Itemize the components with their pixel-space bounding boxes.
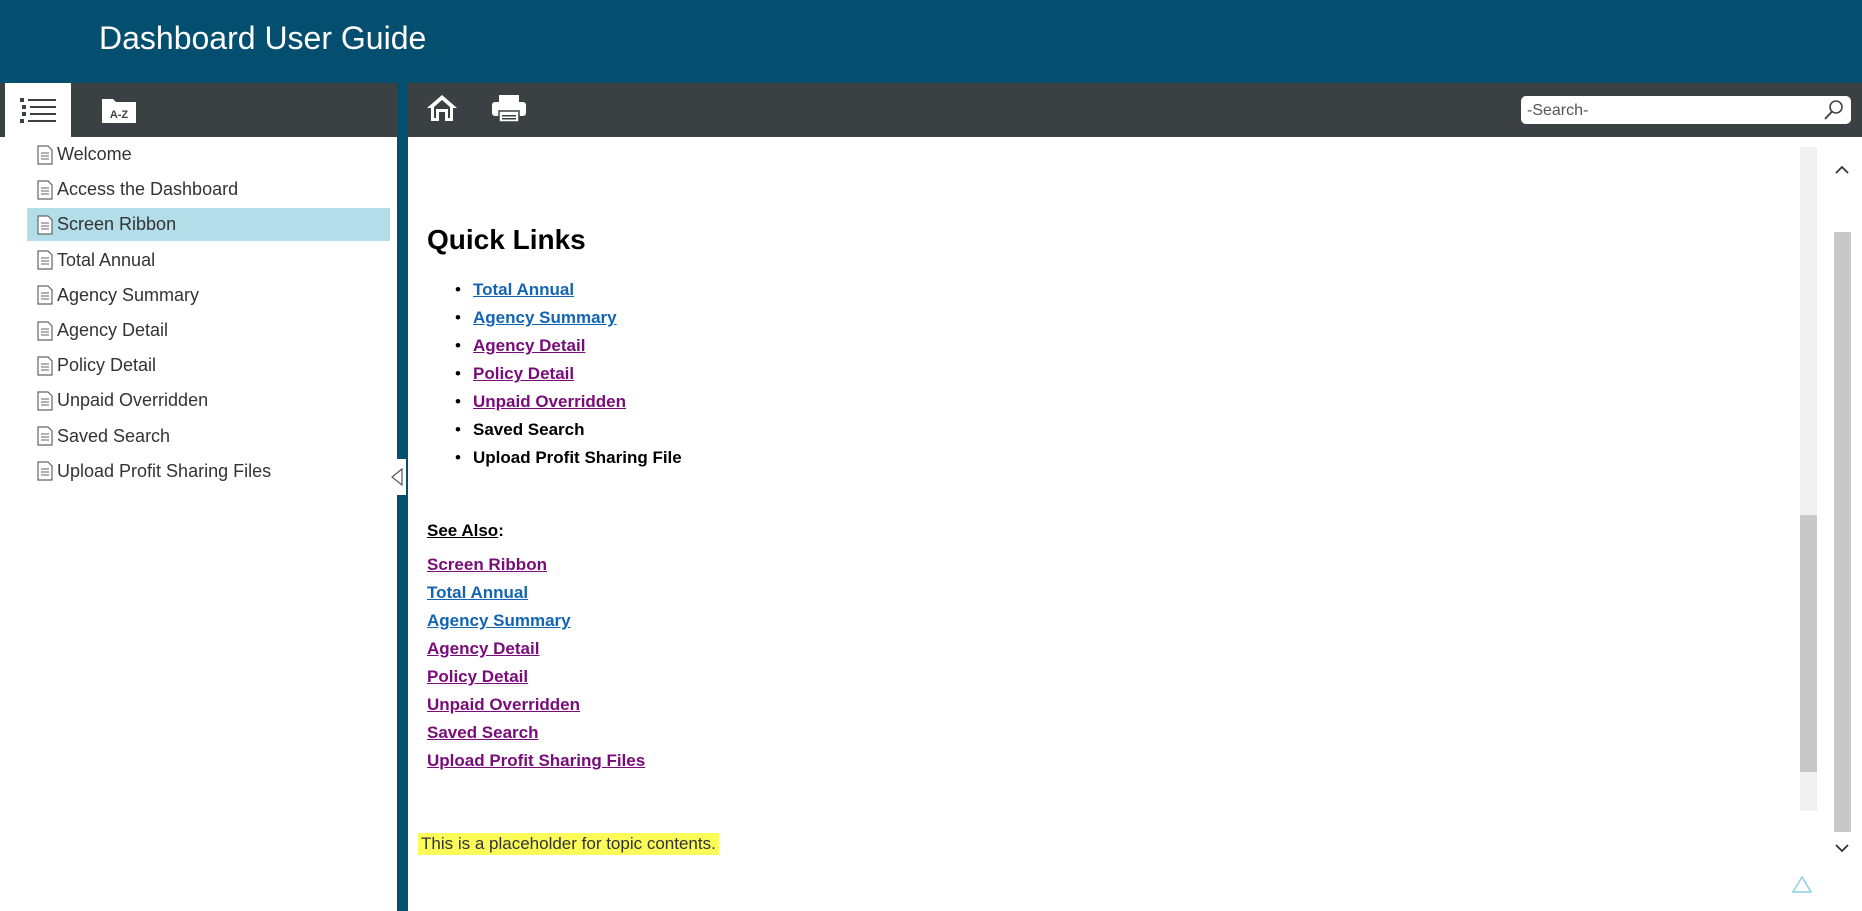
toc-item-label: Screen Ribbon — [57, 214, 177, 235]
see-also-label: See Also — [427, 521, 499, 540]
print-icon — [492, 95, 526, 123]
quick-link-item: Saved Search — [455, 420, 682, 448]
print-button[interactable] — [490, 92, 530, 128]
pane-divider[interactable] — [397, 83, 408, 911]
toc-item-label: Agency Summary — [57, 284, 200, 305]
quick-link-item: Agency Detail — [455, 336, 682, 364]
see-also-item: Agency Detail — [427, 639, 645, 667]
see-also-link[interactable]: Agency Detail — [427, 639, 539, 658]
quick-link[interactable]: Agency Detail — [473, 336, 585, 355]
see-also-item: Agency Summary — [427, 611, 645, 639]
document-icon — [37, 391, 53, 411]
document-icon — [37, 461, 53, 481]
see-also-item: Saved Search — [427, 723, 645, 751]
toc-item[interactable]: Saved Search — [27, 420, 390, 453]
quick-links-heading: Quick Links — [427, 224, 586, 255]
document-icon — [37, 180, 53, 200]
document-icon — [37, 215, 53, 235]
topic-content — [408, 137, 1862, 911]
see-also-item: Policy Detail — [427, 667, 645, 695]
search-box — [1521, 96, 1851, 124]
document-icon — [37, 356, 53, 376]
document-icon — [37, 320, 53, 341]
quick-link[interactable]: Agency Summary — [473, 308, 617, 327]
quick-link-text: Saved Search — [473, 420, 585, 439]
quick-link[interactable]: Total Annual — [473, 280, 574, 299]
quick-link-item: Agency Summary — [455, 308, 682, 336]
toc-item[interactable]: Agency Detail — [27, 314, 390, 347]
table-of-contents: Welcome Access the Dashboard Screen Ribbon… — [0, 137, 397, 911]
placeholder-text: This is a placeholder for topic contents… — [418, 833, 719, 855]
document-icon — [37, 285, 53, 305]
document-icon — [37, 250, 53, 270]
outer-scroll-down-icon[interactable] — [1833, 841, 1851, 855]
toc-item-label: Agency Detail — [57, 320, 169, 340]
app-header: Dashboard User Guide — [0, 0, 1862, 83]
search-icon[interactable] — [1823, 99, 1845, 121]
svg-text:A-Z: A-Z — [110, 109, 129, 121]
quick-link-text: Upload Profit Sharing File — [473, 448, 682, 467]
quick-link-item: Upload Profit Sharing File — [455, 448, 682, 476]
toc-item-label: Total Annual — [57, 249, 156, 270]
document-icon — [37, 144, 53, 165]
see-also-item: Upload Profit Sharing Files — [427, 751, 645, 779]
toc-item[interactable]: Access the Dashboard — [27, 173, 390, 206]
see-also-link[interactable]: Unpaid Overridden — [427, 695, 580, 714]
toc-item[interactable]: Screen Ribbon — [27, 208, 390, 242]
quick-link-item: Unpaid Overridden — [455, 392, 682, 420]
quick-link-item: Policy Detail — [455, 364, 682, 392]
see-also-link[interactable]: Policy Detail — [427, 667, 528, 686]
quick-link-item: Total Annual — [455, 280, 682, 308]
quick-link[interactable]: Policy Detail — [473, 364, 574, 383]
see-also-link[interactable]: Screen Ribbon — [427, 555, 547, 574]
document-icon — [37, 426, 53, 446]
see-also-item: Unpaid Overridden — [427, 695, 645, 723]
see-also-link[interactable]: Saved Search — [427, 723, 539, 742]
toc-item[interactable]: Upload Profit Sharing Files — [27, 455, 390, 488]
quick-links-list: Total Annual Agency Summary Agency Detail P… — [455, 280, 682, 476]
tab-index[interactable]: A-Z — [86, 83, 152, 137]
toc-item-label: Saved Search — [57, 425, 171, 446]
see-also-colon: : — [498, 521, 504, 540]
home-button[interactable] — [425, 92, 465, 128]
see-also-link[interactable]: Total Annual — [427, 583, 528, 602]
see-also-item: Total Annual — [427, 583, 645, 611]
outer-scrollbar-thumb[interactable] — [1834, 232, 1851, 832]
toc-item-label: Upload Profit Sharing Files — [57, 460, 272, 481]
see-also-link[interactable]: Upload Profit Sharing Files — [427, 751, 645, 770]
toc-item[interactable]: Welcome — [27, 138, 390, 171]
back-to-top-icon[interactable] — [1791, 875, 1813, 895]
toc-item[interactable]: Total Annual — [27, 244, 390, 277]
search-input[interactable] — [1525, 99, 1819, 123]
scroll-up-icon[interactable] — [1833, 163, 1851, 177]
home-icon — [427, 95, 457, 121]
toc-item-label: Welcome — [57, 144, 132, 164]
see-also-link[interactable]: Agency Summary — [427, 611, 571, 630]
tab-table-of-contents[interactable] — [5, 83, 71, 137]
list-icon — [20, 98, 56, 123]
collapse-sidebar-button[interactable] — [388, 459, 406, 495]
toc-item[interactable]: Policy Detail — [27, 349, 390, 382]
toc-item[interactable]: Unpaid Overridden — [27, 384, 390, 417]
toc-item-label: Policy Detail — [57, 355, 157, 376]
collapse-arrow-icon — [391, 468, 403, 486]
page-title: Dashboard User Guide — [99, 20, 427, 56]
toc-item[interactable]: Agency Summary — [27, 279, 390, 312]
see-also-list: Screen Ribbon Total Annual Agency Summary A… — [427, 555, 645, 779]
inner-scrollbar-thumb[interactable] — [1800, 515, 1817, 772]
navigation-tabs: A-Z — [0, 83, 397, 137]
see-also-heading: See Also: — [427, 521, 504, 541]
see-also-item: Screen Ribbon — [427, 555, 645, 583]
toc-item-label: Access the Dashboard — [57, 179, 239, 200]
folder-index-icon: A-Z — [102, 99, 136, 123]
toc-item-label: Unpaid Overridden — [57, 390, 209, 411]
quick-link[interactable]: Unpaid Overridden — [473, 392, 626, 411]
